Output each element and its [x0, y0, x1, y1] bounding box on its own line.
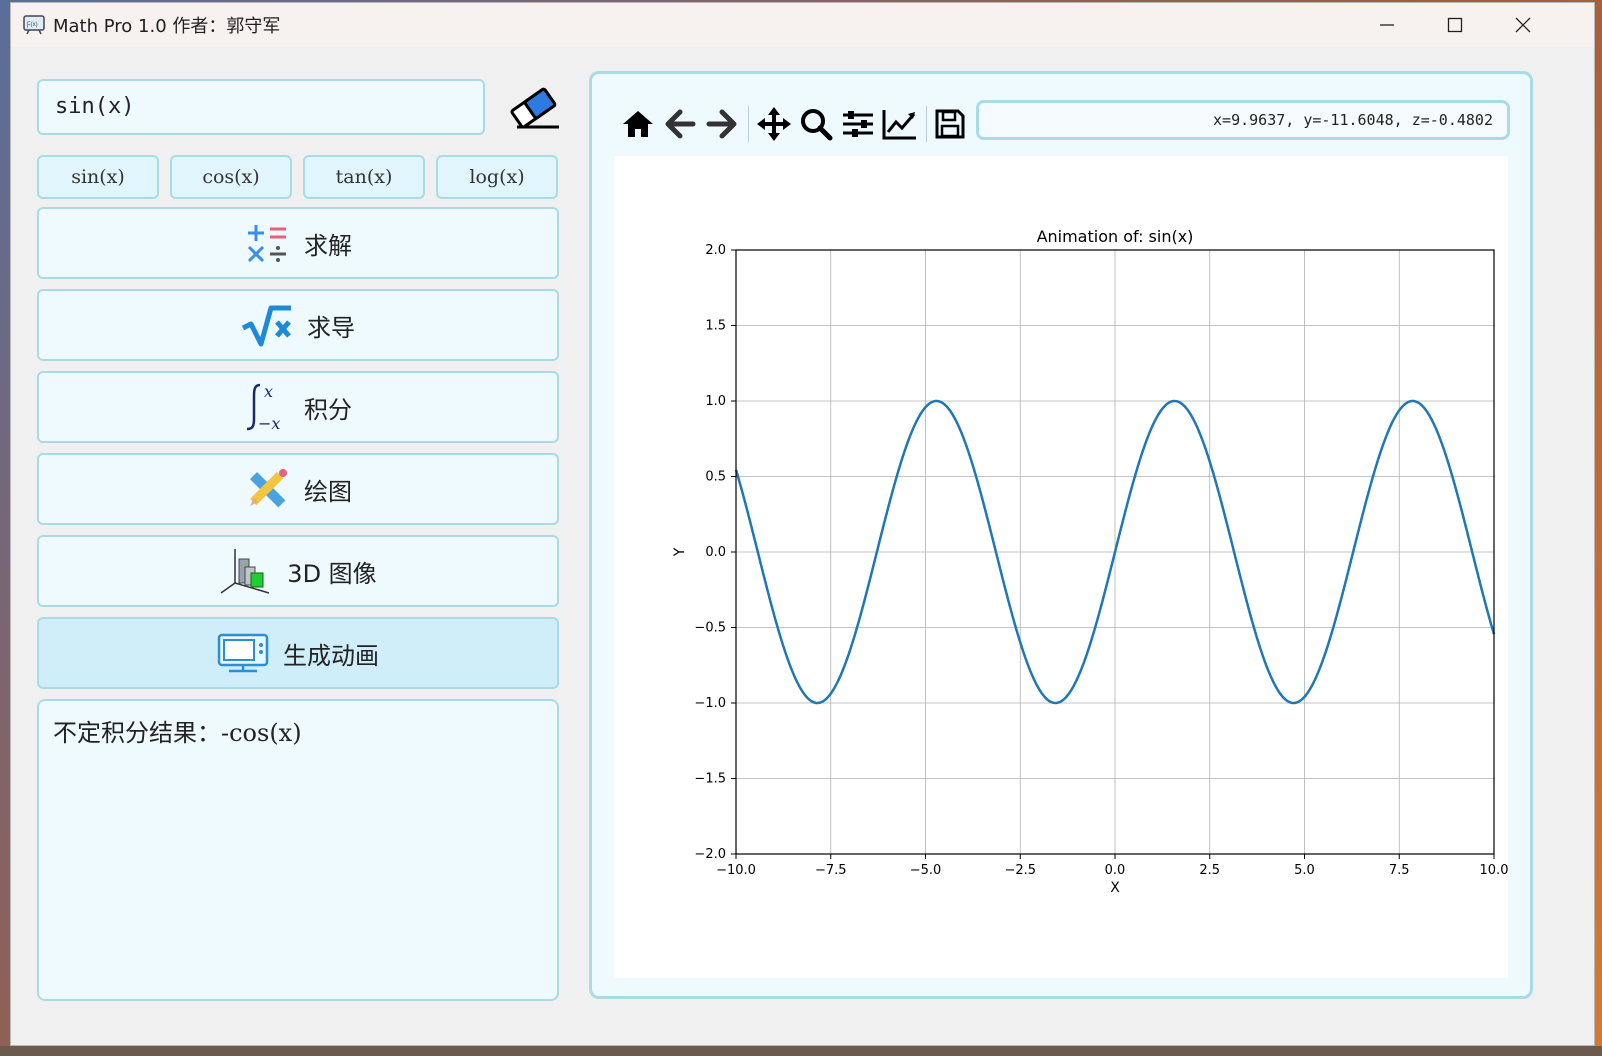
integral-label: 积分 — [304, 395, 352, 424]
expression-input[interactable]: sin(x) — [37, 79, 485, 135]
solve-button[interactable]: 求解 — [37, 207, 559, 279]
result-text: 不定积分结果：-cos(x) — [53, 719, 302, 747]
y-tick-label: 0.0 — [705, 545, 726, 560]
tick-layer: −10.0 −7.5 −5.0 −2.5 0.0 2.5 5.0 7.5 10.0 2.0 1.5 1… — [694, 243, 1508, 878]
back-arrow-icon — [665, 109, 696, 139]
zoom-button[interactable] — [796, 104, 836, 144]
edit-axis-icon — [882, 110, 916, 140]
integral-button[interactable]: x −x 积分 — [37, 371, 559, 443]
x-tick-label: −10.0 — [716, 863, 756, 878]
save-icon — [935, 109, 965, 139]
window-title: Math Pro 1.0 作者：郭守军 — [53, 16, 281, 37]
edit-axis-button[interactable] — [880, 104, 920, 144]
3d-plot-label: 3D 图像 — [287, 559, 377, 588]
clear-button[interactable] — [507, 85, 563, 131]
toolbar-separator — [748, 106, 749, 142]
animation-label: 生成动画 — [283, 641, 379, 670]
maximize-icon — [1447, 17, 1463, 33]
y-tick-label: 1.0 — [705, 394, 726, 409]
configure-subplots-button[interactable] — [838, 104, 878, 144]
svg-text:−x: −x — [258, 414, 280, 433]
sin-button[interactable]: sin(x) — [37, 155, 159, 199]
plot-button[interactable]: 绘图 — [37, 453, 559, 525]
y-tick-label: −1.0 — [694, 696, 726, 711]
solve-label: 求解 — [304, 231, 352, 260]
home-button[interactable] — [618, 104, 658, 144]
ruler-pencil-icon — [250, 469, 287, 508]
home-icon — [623, 111, 653, 137]
forward-arrow-icon — [706, 109, 737, 139]
coordinate-readout: x=9.9637, y=-11.6048, z=-0.4802 — [976, 100, 1510, 140]
app-icon: Ƒ(x) — [23, 15, 45, 35]
close-button[interactable] — [1489, 3, 1557, 47]
plot-panel: x=9.9637, y=-11.6048, z=-0.4802 −10.0 −7.… — [589, 71, 1533, 999]
toolbar-separator — [926, 106, 927, 142]
x-tick-label: 0.0 — [1105, 863, 1126, 878]
cos-button[interactable]: cos(x) — [170, 155, 292, 199]
derivative-label: 求导 — [307, 313, 355, 342]
x-tick-label: 10.0 — [1480, 863, 1508, 878]
x-tick-label: −2.5 — [1004, 863, 1036, 878]
y-tick-label: −0.5 — [694, 621, 726, 636]
3d-bars-icon — [220, 549, 270, 594]
monitor-icon — [217, 633, 269, 673]
x-tick-label: 7.5 — [1389, 863, 1410, 878]
arithmetic-operators-icon — [247, 225, 286, 263]
app-window: Ƒ(x) Math Pro 1.0 作者：郭守军 sin(x) sin(x) c… — [10, 2, 1595, 1046]
chart-title: Animation of: sin(x) — [1037, 227, 1194, 246]
x-tick-label: 5.0 — [1294, 863, 1315, 878]
y-tick-label: −2.0 — [694, 847, 726, 862]
3d-plot-button[interactable]: 3D 图像 — [37, 535, 559, 607]
forward-button[interactable] — [702, 104, 742, 144]
back-button[interactable] — [660, 104, 700, 144]
save-button[interactable] — [930, 104, 970, 144]
integral-icon: x −x — [246, 382, 280, 433]
close-icon — [1515, 17, 1531, 33]
configure-subplots-icon — [843, 111, 873, 137]
pan-button[interactable] — [754, 104, 794, 144]
plot-canvas[interactable]: −10.0 −7.5 −5.0 −2.5 0.0 2.5 5.0 7.5 10.0 2.0 1.5 1… — [614, 156, 1508, 978]
y-tick-label: 0.5 — [705, 470, 726, 485]
tan-button[interactable]: tan(x) — [303, 155, 425, 199]
minimize-icon — [1380, 24, 1394, 26]
x-tick-label: 2.5 — [1199, 863, 1220, 878]
derivative-button[interactable]: 求导 — [37, 289, 559, 361]
log-button[interactable]: log(x) — [436, 155, 558, 199]
maximize-button[interactable] — [1421, 3, 1489, 47]
y-tick-label: −1.5 — [694, 772, 726, 787]
eraser-icon — [510, 87, 559, 129]
zoom-icon — [801, 109, 833, 141]
square-root-icon — [241, 305, 291, 347]
minimize-button[interactable] — [1353, 3, 1421, 47]
y-axis-label: Y — [672, 547, 688, 557]
x-axis-label: X — [1110, 880, 1120, 896]
result-output[interactable]: 不定积分结果：-cos(x) — [37, 699, 559, 1001]
sin-chart[interactable]: −10.0 −7.5 −5.0 −2.5 0.0 2.5 5.0 7.5 10.0 2.0 1.5 1… — [614, 156, 1508, 978]
svg-text:Ƒ(x): Ƒ(x) — [26, 22, 38, 28]
x-tick-label: −7.5 — [815, 863, 847, 878]
desktop-taskbar-edge — [0, 1046, 1602, 1056]
y-tick-label: 1.5 — [705, 319, 726, 334]
animation-button[interactable]: 生成动画 — [37, 617, 559, 689]
plot-label: 绘图 — [304, 477, 352, 506]
title-bar: Ƒ(x) Math Pro 1.0 作者：郭守军 — [11, 3, 1594, 47]
svg-text:x: x — [264, 382, 273, 401]
plot-toolbar: x=9.9637, y=-11.6048, z=-0.4802 — [618, 100, 1518, 148]
x-tick-label: −5.0 — [910, 863, 942, 878]
quick-function-row: sin(x) cos(x) tan(x) log(x) — [37, 155, 583, 199]
y-tick-label: 2.0 — [705, 243, 726, 258]
pan-icon — [757, 107, 791, 141]
